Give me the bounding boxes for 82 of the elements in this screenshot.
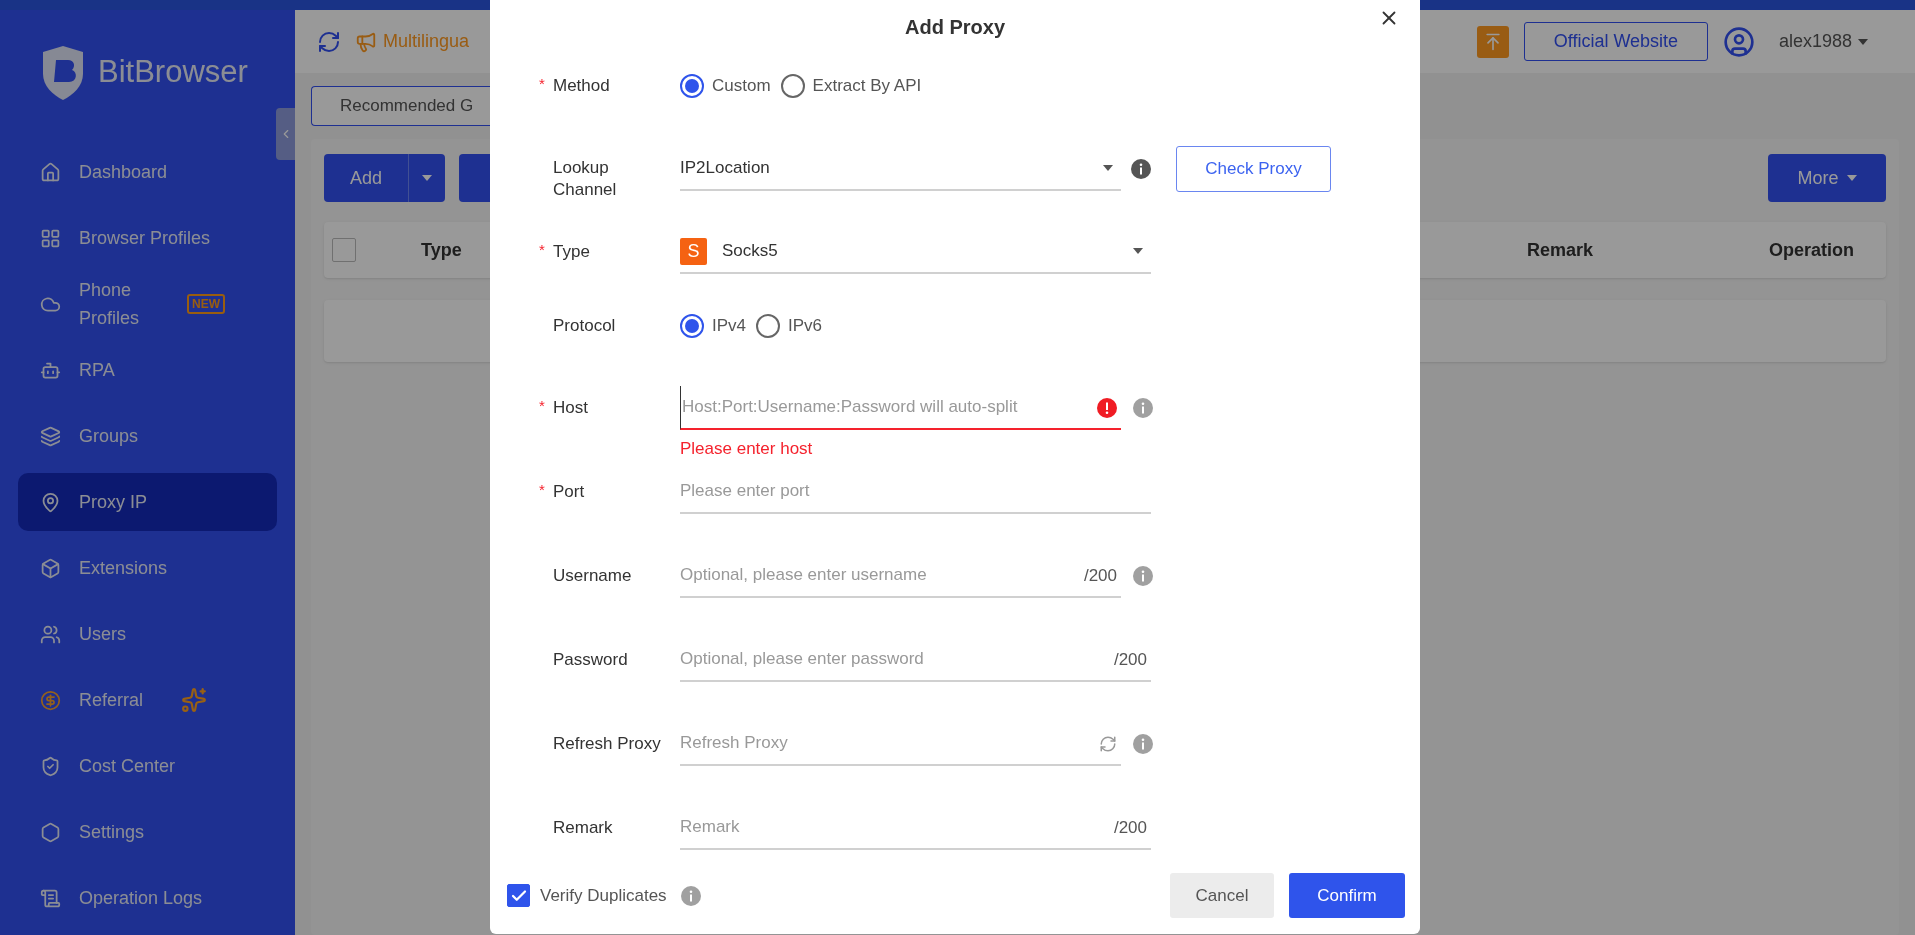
radio-label[interactable]: IPv4 xyxy=(712,313,747,339)
sidebar-item[interactable]: Operation Logs xyxy=(18,869,277,927)
sidebar-item[interactable]: Proxy IP xyxy=(18,473,277,531)
verify-label[interactable]: Verify Duplicates xyxy=(540,882,667,909)
collapse-handle[interactable] xyxy=(276,108,295,160)
field-label: Protocol xyxy=(553,315,616,337)
caret-icon xyxy=(1133,248,1143,254)
sidebar-item[interactable]: Cost Center xyxy=(18,737,277,795)
scroll-icon xyxy=(40,887,61,909)
radio-label[interactable]: IPv6 xyxy=(788,313,823,339)
char-counter: /200 xyxy=(1113,817,1147,840)
hexagon-icon xyxy=(40,821,61,843)
required-asterisk: * xyxy=(539,74,545,94)
sidebar-item[interactable]: Users xyxy=(18,605,277,663)
field-label: Lookup Channel xyxy=(553,157,618,201)
radio-label[interactable]: Extract By API xyxy=(812,73,922,99)
grid-icon xyxy=(40,227,61,249)
box-icon xyxy=(40,557,61,579)
select-field[interactable]: S Socks5 xyxy=(680,230,1151,274)
required-asterisk: * xyxy=(539,396,545,416)
user-menu[interactable]: alex1988 xyxy=(1778,28,1868,55)
error-message: Please enter host xyxy=(680,438,814,460)
error-icon xyxy=(1097,398,1117,418)
field-label: Method xyxy=(553,75,610,97)
confirm-button[interactable]: Confirm xyxy=(1289,873,1405,918)
sidebar-item[interactable]: Phone Profiles NEW xyxy=(18,275,277,333)
shield-icon xyxy=(40,755,61,777)
sidebar-item[interactable]: Settings xyxy=(18,803,277,861)
brand-name: BitBrowser xyxy=(98,53,248,92)
field-label: Refresh Proxy xyxy=(553,733,661,755)
caret-icon xyxy=(1103,165,1113,171)
sidebar-item[interactable]: Referral xyxy=(18,671,277,729)
field-label: Host xyxy=(553,397,588,419)
refresh-icon[interactable] xyxy=(1099,735,1117,753)
dialog-title: Add Proxy xyxy=(905,15,1005,40)
field-label: Port xyxy=(553,481,585,503)
field-label: Remark xyxy=(553,817,613,839)
map-pin-icon xyxy=(40,491,61,513)
radio-button[interactable] xyxy=(680,74,704,98)
refresh-icon[interactable] xyxy=(317,29,341,54)
char-counter: /200 xyxy=(1113,649,1147,672)
sparkles-icon xyxy=(181,687,208,713)
radio-button[interactable] xyxy=(780,74,805,98)
select-all-checkbox[interactable] xyxy=(332,238,356,262)
layers-icon xyxy=(40,425,61,447)
sidebar-item[interactable]: RPA xyxy=(18,341,277,399)
sidebar-item[interactable]: Groups xyxy=(18,407,277,465)
avatar-icon[interactable] xyxy=(1722,25,1755,58)
socks-badge: S xyxy=(680,237,707,265)
shield-logo-icon xyxy=(40,45,86,100)
group-tab[interactable]: Recommended G xyxy=(311,86,490,126)
caret-icon xyxy=(1846,175,1857,181)
info-icon[interactable] xyxy=(1131,159,1151,179)
sidebar-item[interactable]: Dashboard xyxy=(18,143,277,201)
sidebar-item[interactable]: Extensions xyxy=(18,539,277,597)
megaphone-icon xyxy=(355,30,377,53)
field-label: Username xyxy=(553,565,632,587)
field-label: Type xyxy=(553,241,590,263)
column-header: Operation xyxy=(1769,238,1854,262)
input-field[interactable]: Host:Port:Username:Password will auto-split xyxy=(680,386,1121,430)
users-icon xyxy=(40,623,61,645)
field-label: Password xyxy=(553,649,628,671)
column-header: Type xyxy=(421,238,462,262)
radio-button[interactable] xyxy=(680,314,704,338)
sidebar-item[interactable]: Browser Profiles xyxy=(18,209,277,267)
more-button[interactable]: More xyxy=(1768,154,1886,202)
required-asterisk: * xyxy=(539,480,545,500)
check-proxy-button[interactable]: Check Proxy xyxy=(1176,146,1331,192)
char-counter: /200 xyxy=(1083,565,1117,588)
official-website-button[interactable]: Official Website xyxy=(1523,22,1708,61)
cancel-button[interactable]: Cancel xyxy=(1170,873,1274,918)
required-asterisk: * xyxy=(539,240,545,260)
radio-button[interactable] xyxy=(756,314,781,338)
radio-label[interactable]: Custom xyxy=(712,73,771,99)
caret-icon xyxy=(1858,38,1868,45)
dollar-icon xyxy=(40,689,61,711)
new-badge: NEW xyxy=(187,294,225,314)
column-header: Remark xyxy=(1526,238,1593,262)
verify-checkbox[interactable] xyxy=(507,884,530,907)
house-icon xyxy=(40,161,61,183)
select-field[interactable]: IP2Location xyxy=(680,147,1121,191)
caret-icon xyxy=(422,175,432,181)
